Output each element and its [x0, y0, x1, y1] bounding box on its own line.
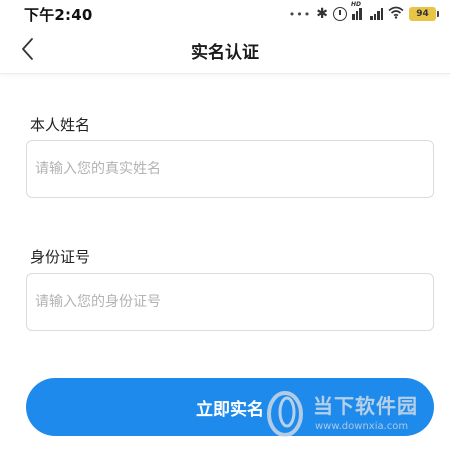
- name-label: 本人姓名: [30, 116, 91, 134]
- alarm-icon: [333, 7, 347, 21]
- verify-now-button[interactable]: 立即实名: [26, 378, 434, 436]
- page-title: 实名认证: [191, 43, 259, 63]
- status-bar: 下午2:40 ••• ✱ HD 94: [0, 0, 450, 28]
- screen: 下午2:40 ••• ✱ HD 94 实名认证 本人姓名 请输入您的真实姓名 身…: [0, 0, 450, 457]
- battery-level: 94: [416, 9, 429, 19]
- hd-badge: HD: [351, 1, 362, 8]
- nav-bar: 实名认证: [0, 28, 450, 74]
- more-dots-icon: •••: [288, 7, 312, 21]
- name-input[interactable]: [26, 140, 434, 198]
- id-number-label: 身份证号: [30, 248, 91, 266]
- status-icons: ••• ✱ HD 94: [288, 1, 439, 23]
- status-time: 下午2:40: [24, 5, 93, 24]
- signal-hd-icon: HD: [351, 1, 365, 20]
- id-number-input[interactable]: [26, 273, 434, 331]
- wifi-icon: [388, 6, 404, 23]
- signal-icon: [370, 8, 383, 20]
- battery-icon: 94: [409, 7, 439, 21]
- bluetooth-icon: ✱: [316, 6, 328, 22]
